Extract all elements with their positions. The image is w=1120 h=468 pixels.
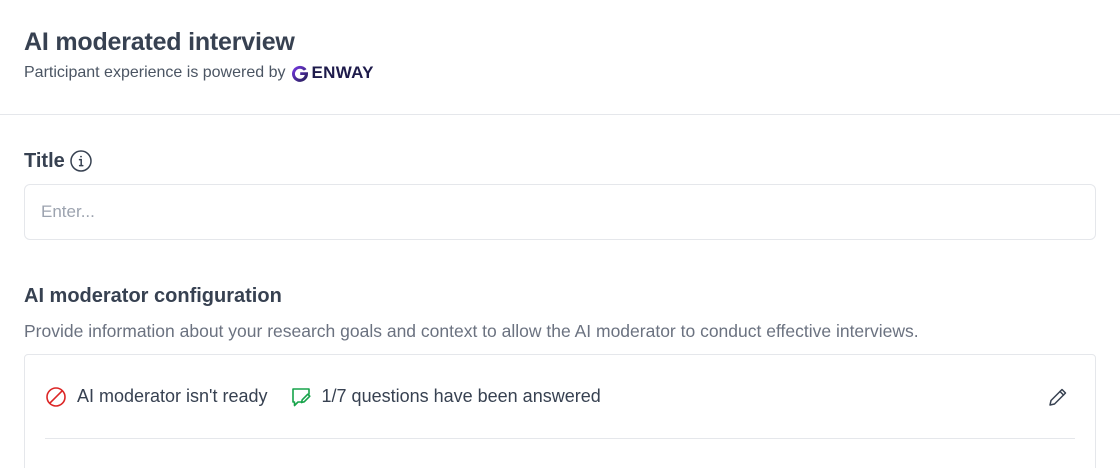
- pencil-icon: [1049, 388, 1067, 406]
- powered-by-row: Participant experience is powered by ENW…: [24, 61, 1096, 85]
- genway-g-mark-icon: [292, 65, 309, 82]
- page-header: AI moderated interview Participant exper…: [0, 0, 1120, 115]
- edit-config-button[interactable]: [1041, 380, 1075, 414]
- info-icon[interactable]: [69, 149, 93, 173]
- powered-by-text: Participant experience is powered by: [24, 64, 286, 81]
- questions-progress-text: 1/7 questions have been answered: [321, 386, 601, 406]
- genway-logo: ENWAY: [290, 63, 373, 83]
- ai-config-heading: AI moderator configuration: [24, 285, 282, 307]
- title-label: Title: [24, 149, 65, 172]
- title-label-row: Title: [24, 149, 1096, 173]
- prohibited-icon: [45, 386, 67, 408]
- questions-progress: 1/7 questions have been answered: [290, 386, 601, 408]
- chat-edit-icon: [290, 386, 312, 408]
- ai-config-description: Provide information about your research …: [24, 321, 919, 341]
- ai-status-row: AI moderator isn't ready 1/7 questions h…: [45, 355, 1075, 439]
- moderator-status: AI moderator isn't ready: [45, 386, 268, 408]
- brand-wordmark: ENWAY: [311, 63, 374, 82]
- moderator-status-text: AI moderator isn't ready: [77, 386, 268, 406]
- main-content: Title AI moderator configuration Provide…: [0, 149, 1120, 468]
- page-title: AI moderated interview: [24, 28, 295, 56]
- title-input[interactable]: [24, 184, 1096, 240]
- ai-config-card: AI moderator isn't ready 1/7 questions h…: [24, 354, 1096, 468]
